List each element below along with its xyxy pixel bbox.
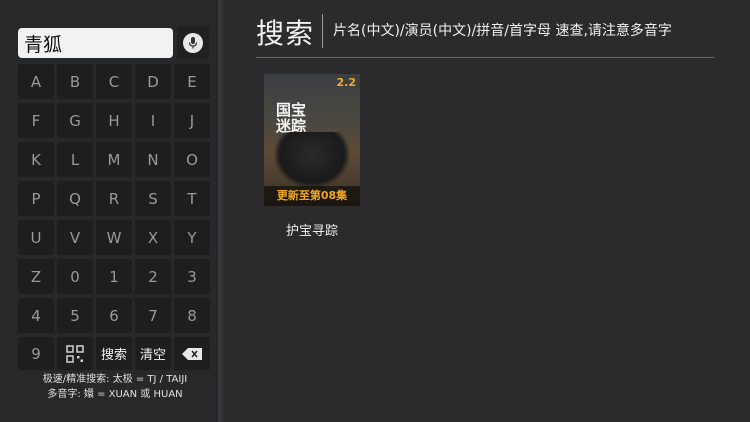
title-separator: [322, 14, 323, 48]
search-query: 青狐: [24, 33, 63, 56]
key-f[interactable]: F: [18, 103, 54, 138]
key-t[interactable]: T: [174, 181, 210, 216]
header-divider: [256, 57, 714, 58]
key-d[interactable]: D: [135, 64, 171, 99]
poster-figures: [274, 132, 350, 188]
result-poster[interactable]: 2.2 国宝 迷踪 更新至第08集: [264, 74, 360, 206]
key-h[interactable]: H: [96, 103, 132, 138]
key-c[interactable]: C: [96, 64, 132, 99]
key-4[interactable]: 4: [18, 298, 54, 333]
result-title: 护宝寻踪: [285, 224, 338, 239]
search-key-button[interactable]: 搜索: [96, 337, 132, 370]
key-v[interactable]: V: [57, 220, 93, 255]
backspace-icon: [182, 347, 202, 360]
key-3[interactable]: 3: [174, 259, 210, 294]
key-9[interactable]: 9: [18, 337, 54, 370]
hint-polyphonic: 多音字: 嬛 = XUAN 或 HUAN: [47, 389, 183, 400]
poster-title-art: 国宝 迷踪: [276, 101, 307, 135]
score-badge: 2.2: [336, 76, 357, 89]
qr-code-icon: [66, 344, 84, 363]
update-status: 更新至第08集: [264, 186, 360, 206]
key-b[interactable]: B: [57, 64, 93, 99]
backspace-button[interactable]: [174, 337, 210, 370]
key-x[interactable]: X: [135, 220, 171, 255]
search-input[interactable]: 青狐: [18, 28, 173, 58]
key-r[interactable]: R: [96, 181, 132, 216]
key-z[interactable]: Z: [18, 259, 54, 294]
qr-code-button[interactable]: [57, 337, 93, 370]
page-title: 搜索: [256, 17, 315, 50]
key-e[interactable]: E: [174, 64, 210, 99]
voice-search-button[interactable]: [177, 27, 209, 59]
key-o[interactable]: O: [174, 142, 210, 177]
clear-key-button[interactable]: 清空: [135, 337, 171, 370]
key-q[interactable]: Q: [57, 181, 93, 216]
key-w[interactable]: W: [96, 220, 132, 255]
hint-fast-search: 极速/精准搜索: 太极 = TJ / TAIJI: [42, 374, 188, 385]
key-l[interactable]: L: [57, 142, 93, 177]
key-7[interactable]: 7: [135, 298, 171, 333]
key-2[interactable]: 2: [135, 259, 171, 294]
key-k[interactable]: K: [18, 142, 54, 177]
key-p[interactable]: P: [18, 181, 54, 216]
mic-icon: [183, 33, 203, 53]
key-u[interactable]: U: [18, 220, 54, 255]
panel-divider: [216, 0, 224, 422]
key-m[interactable]: M: [96, 142, 132, 177]
key-y[interactable]: Y: [174, 220, 210, 255]
key-j[interactable]: J: [174, 103, 210, 138]
key-a[interactable]: A: [18, 64, 54, 99]
search-tip: 片名(中文)/演员(中文)/拼音/首字母 速查,请注意多音字: [333, 23, 672, 39]
key-5[interactable]: 5: [57, 298, 93, 333]
key-g[interactable]: G: [57, 103, 93, 138]
result-card[interactable]: 2.2 国宝 迷踪 更新至第08集 护宝寻踪: [264, 74, 360, 239]
key-6[interactable]: 6: [96, 298, 132, 333]
key-1[interactable]: 1: [96, 259, 132, 294]
key-s[interactable]: S: [135, 181, 171, 216]
key-8[interactable]: 8: [174, 298, 210, 333]
key-i[interactable]: I: [135, 103, 171, 138]
key-n[interactable]: N: [135, 142, 171, 177]
key-0[interactable]: 0: [57, 259, 93, 294]
